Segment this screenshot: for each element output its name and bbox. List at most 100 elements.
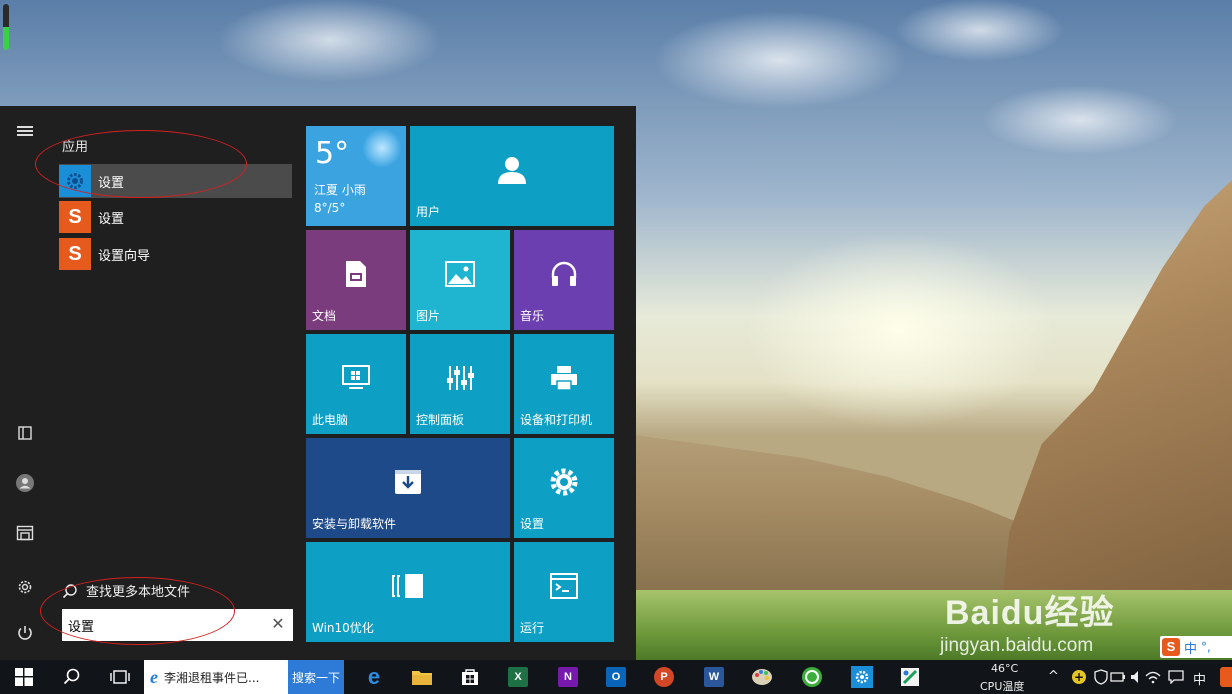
snipping-icon bbox=[901, 668, 919, 686]
taskbar-snipping-tool[interactable] bbox=[888, 660, 932, 694]
power-icon bbox=[18, 626, 32, 640]
tray-plus-icon[interactable]: + bbox=[1072, 670, 1086, 684]
tablet-mode-button[interactable] bbox=[10, 418, 40, 448]
file-explorer-icon bbox=[16, 525, 34, 541]
folder-icon bbox=[412, 671, 432, 685]
taskbar-excel[interactable]: X bbox=[496, 660, 540, 694]
cpu-temp-value: 46°C bbox=[991, 662, 1019, 675]
tray-wifi-icon[interactable] bbox=[1145, 670, 1161, 684]
tray-volume-icon[interactable] bbox=[1130, 670, 1144, 684]
sogou-icon: S bbox=[59, 238, 91, 270]
taskbar-outlook[interactable]: O bbox=[594, 660, 638, 694]
settings-gear-icon bbox=[59, 165, 91, 197]
tray-battery-icon[interactable] bbox=[1110, 671, 1126, 683]
taskbar-360-browser[interactable] bbox=[790, 660, 834, 694]
taskbar-edge[interactable]: e bbox=[352, 660, 396, 694]
search-more-label: 查找更多本地文件 bbox=[86, 585, 191, 600]
printer-icon bbox=[551, 366, 577, 391]
tile-this-pc[interactable]: 此电脑 bbox=[306, 334, 406, 434]
result-settings-app[interactable]: 设置 bbox=[59, 164, 292, 198]
tile-win10-optimize[interactable]: Win10优化 bbox=[306, 542, 510, 642]
install-box-icon bbox=[395, 470, 421, 494]
tile-install-uninstall[interactable]: 安装与卸载软件 bbox=[306, 438, 510, 538]
document-icon bbox=[346, 261, 366, 287]
sogou-floating-icon[interactable] bbox=[1220, 667, 1232, 687]
sliders-icon bbox=[447, 366, 474, 390]
tile-control-panel[interactable]: 控制面板 bbox=[410, 334, 510, 434]
taskbar-search-button[interactable] bbox=[50, 660, 94, 694]
baidu-watermark-url: jingyan.baidu.com bbox=[940, 635, 1094, 656]
taskbar-file-explorer[interactable] bbox=[400, 660, 444, 694]
start-button[interactable] bbox=[2, 660, 46, 694]
taskbar-word[interactable]: W bbox=[692, 660, 736, 694]
edge-icon: e bbox=[367, 664, 381, 689]
ie-window-title: 李湘退租事件已... bbox=[164, 670, 260, 685]
tile-label: 用户 bbox=[416, 205, 441, 219]
tile-run[interactable]: 运行 bbox=[514, 542, 614, 642]
start-search-box[interactable]: ✕ bbox=[62, 609, 293, 641]
result-label: 设置向导 bbox=[98, 248, 151, 264]
weather-temp: 5° bbox=[315, 136, 350, 171]
tile-documents[interactable]: 文档 bbox=[306, 230, 406, 330]
taskbar-store[interactable] bbox=[448, 660, 492, 694]
search-input[interactable] bbox=[68, 617, 263, 633]
taskbar: e 李湘退租事件已... 搜索一下 e X N O P W 46°C CPU温度… bbox=[0, 636, 1232, 694]
search-web-button[interactable]: 搜索一下 bbox=[288, 660, 344, 694]
user-avatar-icon bbox=[16, 474, 34, 492]
powerpoint-icon: P bbox=[654, 667, 674, 687]
result-label: 设置 bbox=[98, 175, 125, 191]
excel-icon: X bbox=[508, 667, 528, 687]
tile-label: 此电脑 bbox=[312, 413, 349, 427]
tile-label: 设备和打印机 bbox=[520, 413, 593, 427]
windows-logo-icon bbox=[15, 668, 33, 686]
apps-section-label: 应用 bbox=[62, 140, 89, 155]
taskbar-powerpoint[interactable]: P bbox=[642, 660, 686, 694]
tile-music[interactable]: 音乐 bbox=[514, 230, 614, 330]
gear-icon bbox=[18, 580, 32, 594]
search-icon bbox=[62, 583, 77, 598]
sogou-icon: S bbox=[1162, 638, 1180, 656]
ime-language-indicator[interactable]: 中 bbox=[1193, 669, 1206, 688]
show-hidden-icons-chevron[interactable]: ^ bbox=[1048, 669, 1059, 684]
tile-weather[interactable]: 5° 江夏 小雨 8°/5° bbox=[306, 126, 406, 226]
task-view-button[interactable] bbox=[98, 660, 142, 694]
headphones-icon bbox=[551, 261, 577, 286]
task-view-icon bbox=[110, 670, 130, 684]
cpu-temp-widget[interactable]: 46°C CPU温度 bbox=[975, 660, 1035, 694]
cpu-temp-label: CPU温度 bbox=[980, 680, 1025, 693]
result-sogou-wizard[interactable]: S 设置向导 bbox=[59, 237, 292, 271]
user-icon bbox=[498, 157, 526, 184]
ie-icon: e bbox=[150, 666, 158, 687]
file-explorer-button[interactable] bbox=[10, 518, 40, 548]
ime-mode-label: 中 bbox=[1184, 641, 1198, 657]
paint-palette-icon bbox=[752, 669, 772, 685]
result-sogou-settings[interactable]: S 设置 bbox=[59, 200, 292, 234]
tile-pictures[interactable]: 图片 bbox=[410, 230, 510, 330]
taskbar-settings[interactable] bbox=[840, 660, 884, 694]
computer-icon bbox=[342, 365, 370, 389]
close-icon[interactable]: ✕ bbox=[269, 615, 287, 633]
menu-expand-button[interactable] bbox=[10, 116, 40, 146]
user-account-button[interactable] bbox=[10, 468, 40, 498]
tile-label: 音乐 bbox=[520, 309, 545, 323]
wallpaper-grass bbox=[636, 590, 1232, 660]
desktop-gadget-indicator bbox=[3, 4, 9, 50]
search-results: 应用 设置 S 设置 S 设置向导 查找更多本地文件 ✕ bbox=[50, 106, 300, 660]
tile-grid: 5° 江夏 小雨 8°/5° 用户 文档 图片 音乐 此电脑 控制面板 设备和打… bbox=[306, 126, 616, 646]
taskbar-onenote[interactable]: N bbox=[546, 660, 590, 694]
sogou-ime-status-bar[interactable]: S 中 °, bbox=[1160, 636, 1232, 658]
search-more-local-files[interactable]: 查找更多本地文件 bbox=[62, 581, 190, 600]
tray-action-center-icon[interactable] bbox=[1168, 670, 1184, 684]
power-button[interactable] bbox=[10, 618, 40, 648]
settings-rail-button[interactable] bbox=[10, 572, 40, 602]
search-icon bbox=[63, 668, 80, 685]
tile-label: Win10优化 bbox=[312, 621, 374, 635]
taskbar-ie-window[interactable]: e 李湘退租事件已... bbox=[144, 660, 288, 694]
settings-gear-icon bbox=[851, 666, 873, 688]
taskbar-paint[interactable] bbox=[740, 660, 784, 694]
tile-settings[interactable]: 设置 bbox=[514, 438, 614, 538]
tablet-icon bbox=[18, 426, 32, 440]
tile-user[interactable]: 用户 bbox=[410, 126, 614, 226]
tile-devices-printers[interactable]: 设备和打印机 bbox=[514, 334, 614, 434]
tray-shield-icon[interactable] bbox=[1093, 669, 1109, 685]
